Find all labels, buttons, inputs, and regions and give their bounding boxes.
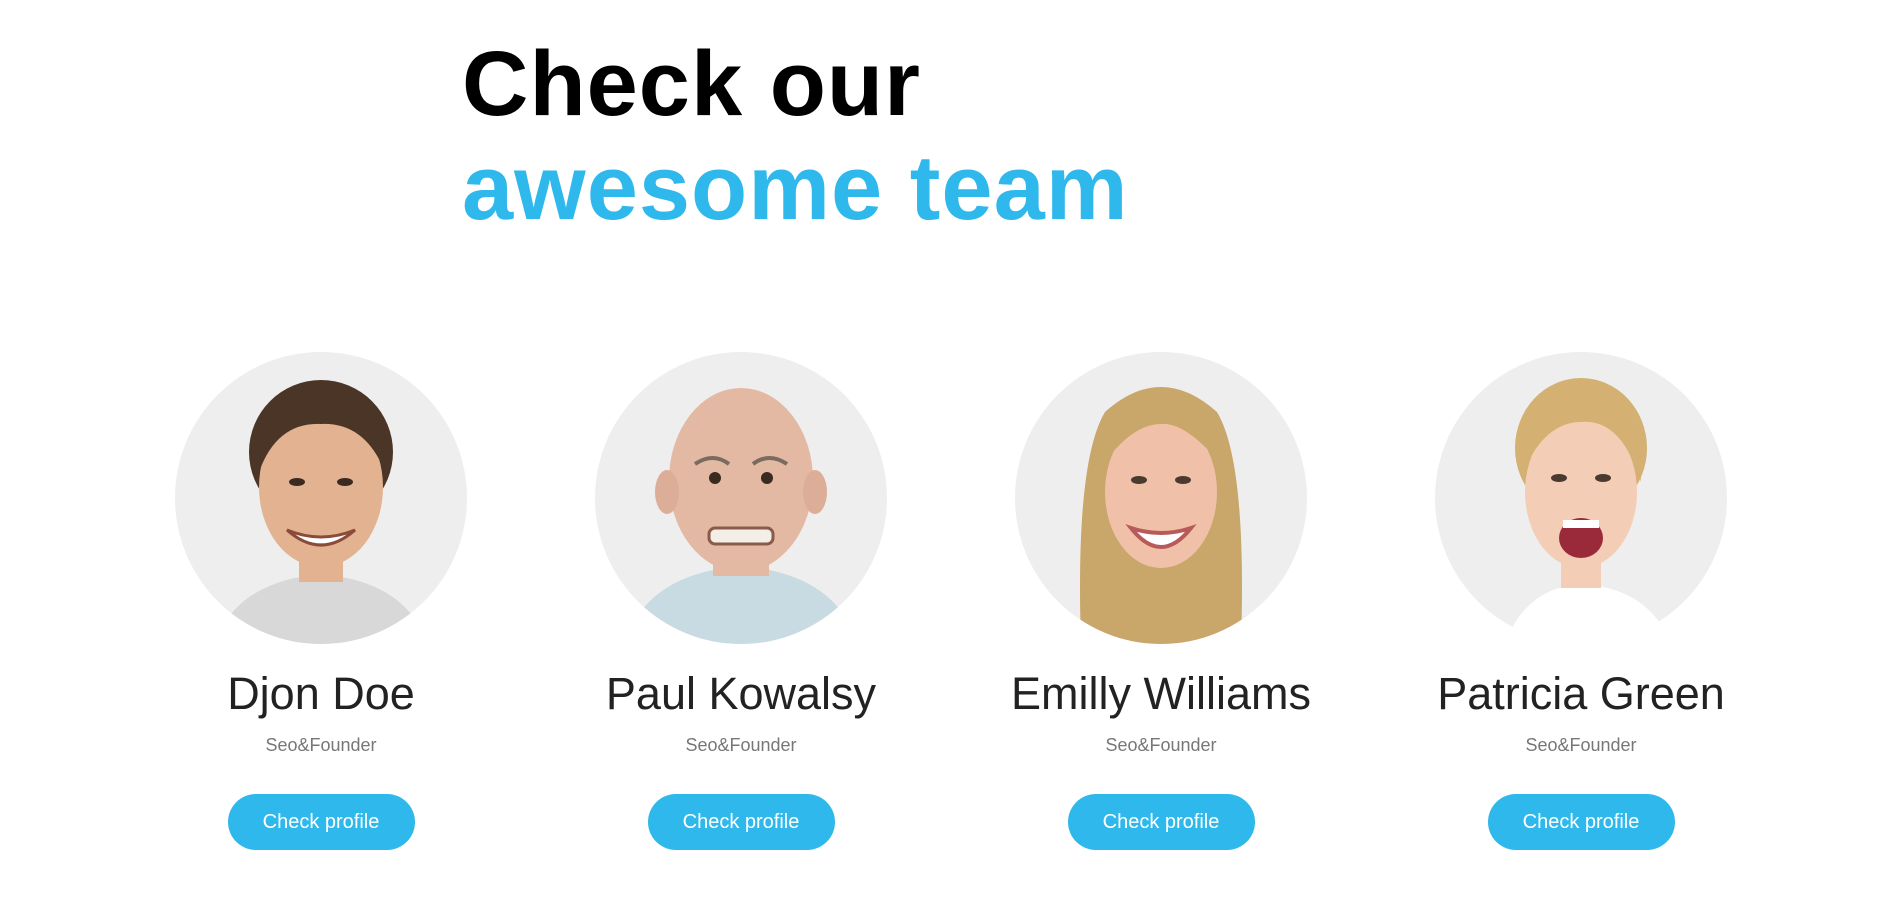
- member-photo: [175, 352, 467, 644]
- team-member-card: Paul Kowalsy Seo&Founder Check profile: [531, 352, 951, 850]
- portrait-illustration: [1080, 387, 1242, 644]
- member-photo: [1435, 352, 1727, 644]
- check-profile-button[interactable]: Check profile: [647, 794, 835, 850]
- portrait-illustration: [625, 388, 857, 644]
- team-section: Check our awesome team Djon Doe Seo&Foun…: [0, 0, 1894, 917]
- member-role: Seo&Founder: [265, 735, 377, 755]
- check-profile-button[interactable]: Check profile: [1067, 794, 1255, 850]
- member-name: Djon Doe: [227, 668, 415, 719]
- team-member-card: Djon Doe Seo&Founder Check profile: [111, 352, 531, 850]
- heading-line-2: awesome team: [462, 137, 1129, 239]
- team-grid: Djon Doe Seo&Founder Check profile Paul …: [0, 352, 1894, 872]
- section-heading: Check our awesome team: [462, 32, 1129, 240]
- member-name: Patricia Green: [1437, 668, 1725, 719]
- member-role: Seo&Founder: [1525, 735, 1637, 755]
- member-name: Emilly Williams: [1011, 668, 1311, 719]
- team-member-card: Emilly Williams Seo&Founder Check profil…: [951, 352, 1371, 850]
- heading-line-1: Check our: [462, 33, 921, 135]
- member-photo: [595, 352, 887, 644]
- portrait-illustration: [1505, 378, 1671, 644]
- check-profile-button[interactable]: Check profile: [1487, 794, 1675, 850]
- check-profile-button[interactable]: Check profile: [227, 794, 415, 850]
- member-photo: [1015, 352, 1307, 644]
- member-name: Paul Kowalsy: [605, 668, 877, 719]
- member-role: Seo&Founder: [1105, 735, 1217, 755]
- portrait-illustration: [215, 380, 427, 644]
- team-member-card: Patricia Green Seo&Founder Check profile: [1371, 352, 1791, 850]
- member-role: Seo&Founder: [685, 735, 797, 755]
